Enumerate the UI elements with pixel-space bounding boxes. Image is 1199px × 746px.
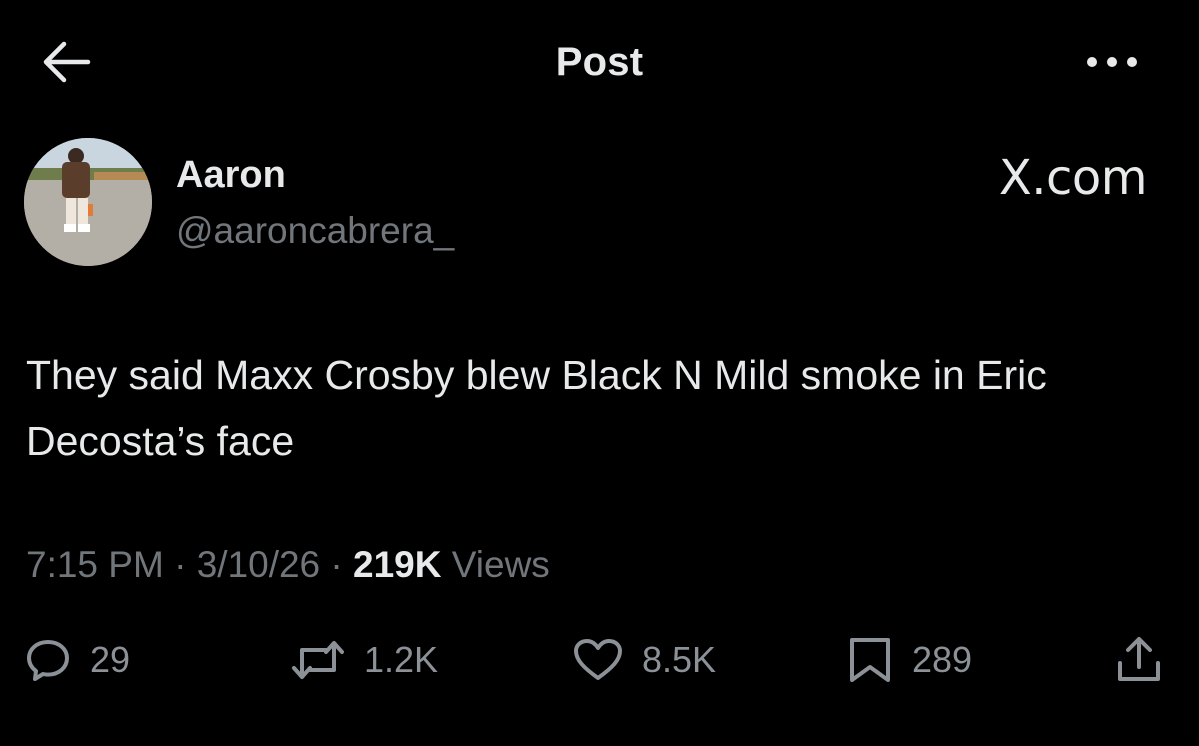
avatar[interactable] — [24, 138, 152, 266]
like-count: 8.5K — [642, 639, 717, 680]
author-handle[interactable]: @aaroncabrera_ — [176, 210, 454, 252]
bookmark-count: 289 — [912, 639, 973, 680]
repost-button[interactable]: 1.2K — [290, 632, 438, 688]
watermark-brand: X.com — [998, 150, 1148, 206]
bookmark-icon — [850, 638, 890, 682]
top-bar: Post — [0, 0, 1199, 120]
views-count: 219K — [353, 544, 442, 585]
page-title: Post — [555, 40, 644, 84]
reply-button[interactable]: 29 — [24, 632, 130, 688]
post-metadata: 7:15 PM · 3/10/26 · 219K Views — [26, 544, 550, 586]
repost-icon — [292, 641, 344, 679]
reply-count: 29 — [90, 639, 131, 680]
like-button[interactable]: 8.5K — [572, 632, 716, 688]
more-horizontal-icon — [1087, 57, 1137, 67]
avatar-photo — [24, 138, 152, 266]
share-icon — [1118, 637, 1160, 681]
heart-icon — [574, 639, 622, 680]
author-display-name[interactable]: Aaron — [176, 154, 286, 197]
bookmark-button[interactable]: 289 — [846, 632, 972, 688]
repost-count: 1.2K — [364, 639, 439, 680]
share-button[interactable] — [1112, 632, 1166, 688]
post-date[interactable]: 3/10/26 — [197, 544, 320, 585]
meta-separator: · — [163, 544, 197, 585]
more-options-button[interactable] — [1084, 50, 1140, 74]
post-time[interactable]: 7:15 PM — [26, 544, 164, 585]
post-text: They said Maxx Crosby blew Black N Mild … — [26, 352, 1047, 464]
views-label: Views — [451, 544, 550, 585]
meta-separator: · — [320, 544, 354, 585]
reply-icon — [27, 640, 69, 681]
